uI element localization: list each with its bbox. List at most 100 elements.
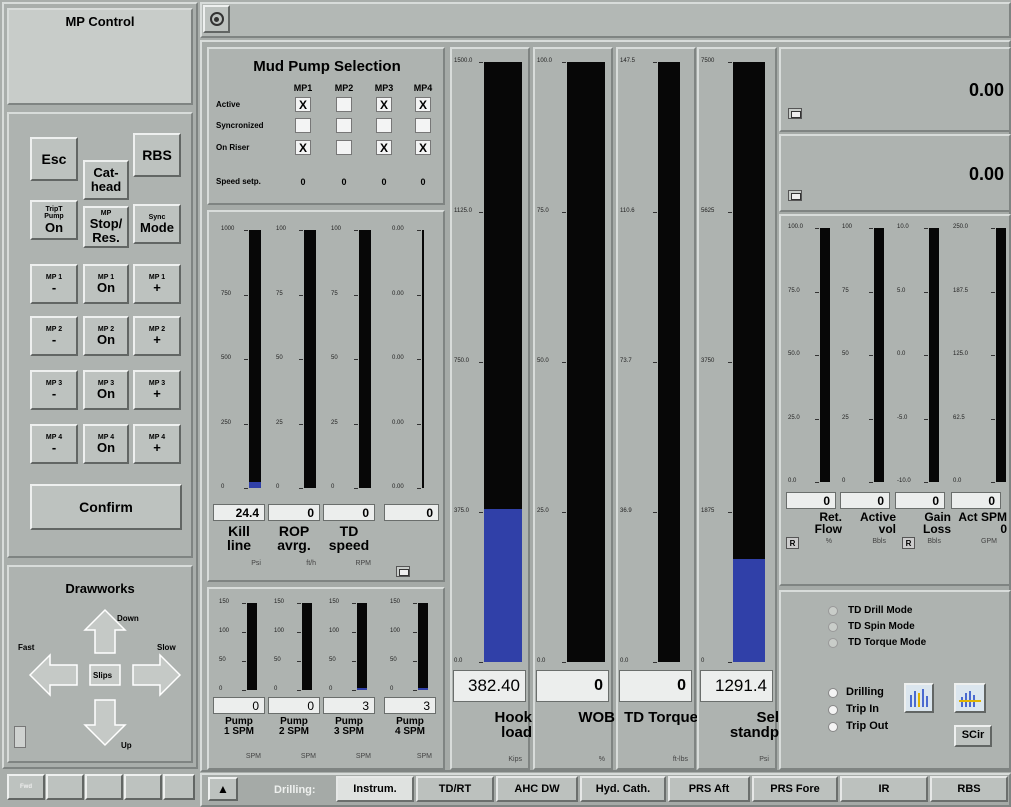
tab-rbs[interactable]: RBS xyxy=(930,776,1008,802)
gauge-tick-mark xyxy=(869,228,873,229)
gauge-label: TD speed xyxy=(317,524,381,552)
tab-scroll-up-button[interactable]: ▲ xyxy=(208,777,238,801)
gauge-tick-mark xyxy=(352,603,356,604)
readout-2-config-icon[interactable] xyxy=(788,190,802,201)
fwd-button[interactable]: Fwd xyxy=(7,774,45,800)
gauge-tick-mark xyxy=(653,662,657,663)
gauge-tick-label: 100 xyxy=(219,628,230,634)
small-gauge-config-icon[interactable] xyxy=(396,566,410,577)
mp1-minus-button[interactable]: MP 1- xyxy=(30,264,78,304)
mp1-plus-button[interactable]: MP 1 + xyxy=(133,264,181,304)
gauge-tick-label: 50 xyxy=(276,355,283,361)
gauge-tick-mark xyxy=(417,423,421,425)
td-mode-radio[interactable] xyxy=(828,622,838,632)
target-icon[interactable] xyxy=(203,5,230,33)
mp-button-state: + xyxy=(153,331,161,347)
mud-pump-checkbox[interactable] xyxy=(376,118,392,133)
mud-pump-checkbox[interactable]: X xyxy=(415,140,431,155)
mud-pump-checkbox[interactable]: X xyxy=(376,97,392,112)
mp-control-title: MP Control xyxy=(65,14,135,29)
mp-stop-reset-button[interactable]: MP Stop/Res. xyxy=(83,206,129,248)
gauge-tick-label: 0 xyxy=(274,686,278,692)
blank-button-4[interactable] xyxy=(163,774,195,800)
mud-pump-checkbox[interactable] xyxy=(336,140,352,155)
ret-flow-r-button[interactable]: R xyxy=(786,537,799,549)
gauge-label: WOB xyxy=(530,710,615,725)
gauge-tick-label: 5625 xyxy=(701,208,715,214)
gauge-tick-mark xyxy=(242,661,246,662)
gauge-tick-mark xyxy=(479,212,483,213)
fast-arrow-button[interactable] xyxy=(28,653,78,697)
gauge-tick-label: 50.0 xyxy=(537,358,549,364)
bar-chart-icon-2[interactable] xyxy=(954,683,986,713)
blank-button-1[interactable] xyxy=(46,774,84,800)
mp3-minus-button[interactable]: MP 3- xyxy=(30,370,78,410)
mud-pump-checkbox[interactable]: X xyxy=(376,140,392,155)
mp3-plus-button[interactable]: MP 3 + xyxy=(133,370,181,410)
slow-arrow-button[interactable] xyxy=(132,653,182,697)
tab-prs-fore[interactable]: PRS Fore xyxy=(752,776,838,802)
mp4-plus-button[interactable]: MP 4 + xyxy=(133,424,181,464)
mp1-on-button[interactable]: MP 1 On xyxy=(83,264,129,304)
td-mode-radio[interactable] xyxy=(828,606,838,616)
tab-instrum[interactable]: Instrum. xyxy=(336,776,414,802)
tab-prs-aft[interactable]: PRS Aft xyxy=(668,776,750,802)
mp-button-state: - xyxy=(51,279,57,295)
gauge-tick-label: 0.00 xyxy=(392,419,404,426)
drill-mode-radio[interactable] xyxy=(828,688,838,698)
gain-loss-r-button[interactable]: R xyxy=(902,537,915,549)
tab-hyd-cath[interactable]: Hyd. Cath. xyxy=(580,776,666,802)
rbs-button[interactable]: RBS xyxy=(133,133,181,177)
mp3-on-button[interactable]: MP 3 On xyxy=(83,370,129,410)
gauge-track xyxy=(302,603,312,690)
esc-button[interactable]: Esc xyxy=(30,137,78,181)
gauge-value-field: 0 xyxy=(268,504,320,521)
cathead-label: Cat- xyxy=(93,165,119,181)
tab-td-rt[interactable]: TD/RT xyxy=(416,776,494,802)
mud-pump-checkbox[interactable] xyxy=(295,118,311,133)
readout-1-config-icon[interactable] xyxy=(788,108,802,119)
mp4-on-button[interactable]: MP 4 On xyxy=(83,424,129,464)
up-arrow-button[interactable] xyxy=(83,699,127,747)
drill-mode-radio[interactable] xyxy=(828,722,838,732)
mp2-plus-button[interactable]: MP 2 + xyxy=(133,316,181,356)
mud-pump-checkbox[interactable] xyxy=(415,118,431,133)
trip-pump-label: TripT xyxy=(45,205,63,213)
cathead-button[interactable]: Cat-head xyxy=(83,160,129,200)
mp2-minus-button[interactable]: MP 2- xyxy=(30,316,78,356)
tab-ir[interactable]: IR xyxy=(840,776,928,802)
gauge-tick-label: 187.5 xyxy=(953,287,969,294)
gauge-tick-label: 25.0 xyxy=(537,508,549,514)
tab-ahc-dw[interactable]: AHC DW xyxy=(496,776,578,802)
mud-pump-checkbox[interactable]: X xyxy=(295,140,311,155)
bar-chart-icon-1[interactable] xyxy=(904,683,934,713)
gauge-tick-label: 62.5 xyxy=(953,414,965,421)
mp4-minus-button[interactable]: MP 4- xyxy=(30,424,78,464)
gauge-tick-label: 150 xyxy=(390,599,401,605)
mud-pump-checkbox[interactable]: X xyxy=(295,97,311,112)
blank-button-2[interactable] xyxy=(85,774,123,800)
gauge-tick-label: 75.0 xyxy=(788,287,800,294)
mud-pump-checkbox[interactable] xyxy=(336,118,352,133)
gauge-tick-label: 0.00 xyxy=(392,355,404,361)
drill-mode-radio[interactable] xyxy=(828,705,838,715)
mud-pump-col-header: MP1 xyxy=(293,83,313,93)
gauge-unit: Psi xyxy=(759,756,769,763)
gauge-tick-label: 0 xyxy=(276,484,280,490)
mud-pump-checkbox[interactable] xyxy=(336,97,352,112)
gauge-tick-label: 75 xyxy=(331,290,338,297)
mud-pump-checkbox[interactable]: X xyxy=(415,97,431,112)
gauge-tick-mark xyxy=(991,418,995,420)
confirm-button[interactable]: Confirm xyxy=(30,484,182,530)
mp-stop-label: Stop/ xyxy=(89,216,123,232)
sync-mode-button[interactable]: Sync Mode xyxy=(133,204,181,244)
gauge-tick-mark xyxy=(991,482,995,483)
scir-button[interactable]: SCir xyxy=(954,725,992,747)
gauge-label-line: 4 SPM xyxy=(394,726,425,737)
td-mode-radio[interactable] xyxy=(828,638,838,648)
trip-pump-on-button[interactable]: TripT Pump On xyxy=(30,200,78,240)
blank-button-3[interactable] xyxy=(124,774,162,800)
mp2-on-button[interactable]: MP 2 On xyxy=(83,316,129,356)
gauge-tick-mark xyxy=(815,355,819,356)
gauge-label: Active vol xyxy=(834,511,896,535)
